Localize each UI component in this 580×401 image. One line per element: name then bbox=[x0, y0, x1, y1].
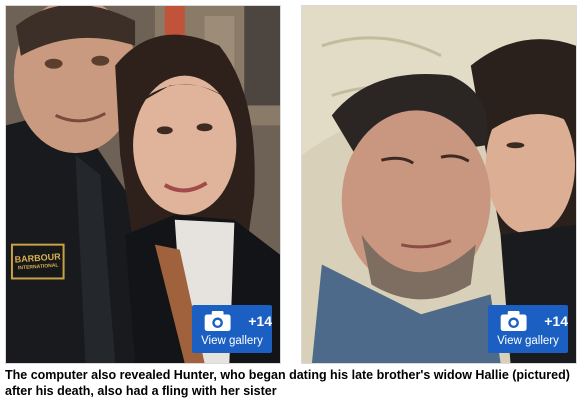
gallery-count: +14 bbox=[248, 313, 272, 329]
gallery-top: +14 bbox=[192, 311, 272, 331]
camera-icon bbox=[204, 311, 231, 331]
photo-right[interactable]: +14 View gallery bbox=[301, 5, 577, 364]
jacket-patch: BARBOUR INTERNATIONAL bbox=[13, 246, 63, 279]
view-gallery-button-left[interactable]: +14 View gallery bbox=[192, 305, 272, 353]
camera-icon bbox=[500, 311, 527, 331]
photo-caption: The computer also revealed Hunter, who b… bbox=[5, 368, 570, 398]
gallery-label: View gallery bbox=[497, 335, 559, 347]
gallery-count: +14 bbox=[544, 313, 568, 329]
view-gallery-button-right[interactable]: +14 View gallery bbox=[488, 305, 568, 353]
photo-left[interactable]: BARBOUR INTERNATIONAL +14 View gallery bbox=[5, 5, 281, 364]
gallery-label: View gallery bbox=[201, 335, 263, 347]
gallery-top: +14 bbox=[488, 311, 568, 331]
